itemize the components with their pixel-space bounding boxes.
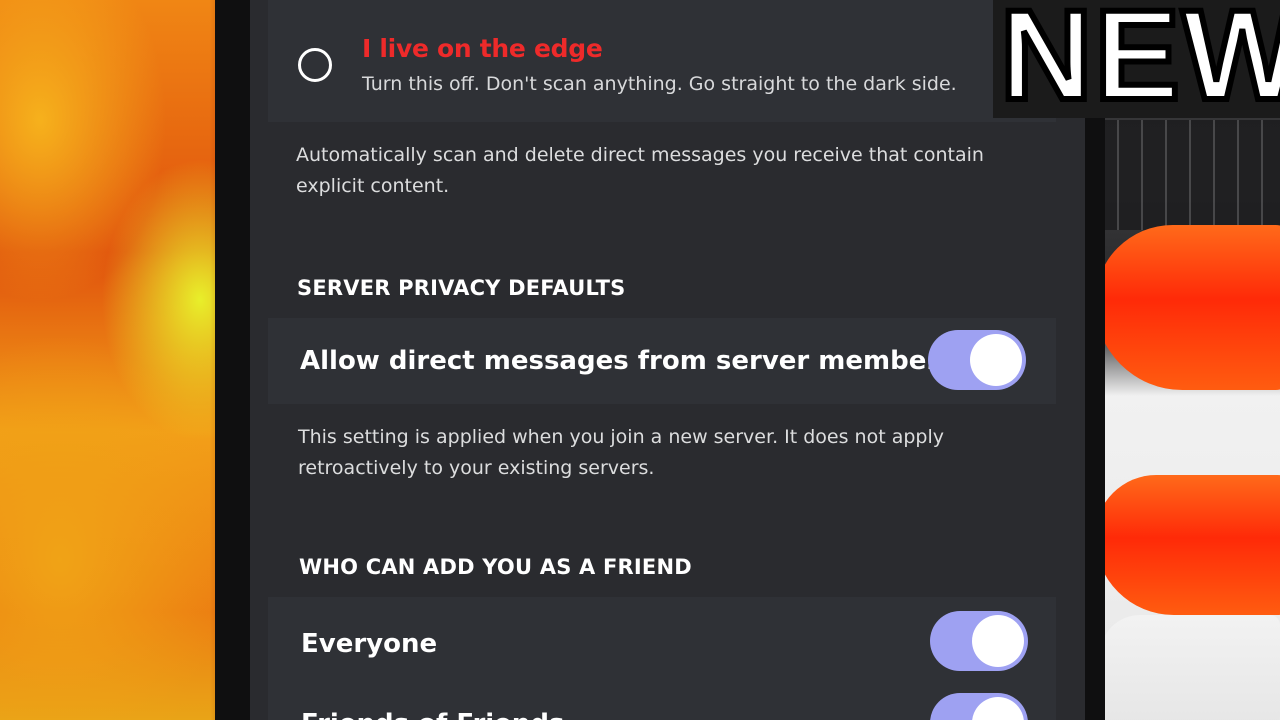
toggle-knob — [970, 334, 1022, 386]
allow-dms-toggle[interactable] — [928, 330, 1026, 390]
toggle-knob — [972, 697, 1024, 720]
friend-request-everyone-row[interactable]: Everyone — [268, 597, 1056, 687]
friend-request-fof-row[interactable]: Friends of Friends — [268, 687, 1056, 720]
explicit-filter-description: Automatically scan and delete direct mes… — [296, 144, 984, 197]
friends-of-friends-toggle[interactable] — [930, 693, 1028, 720]
friends-of-friends-label: Friends of Friends — [301, 709, 564, 720]
server-privacy-description: This setting is applied when you join a … — [298, 426, 944, 479]
finger-top — [1095, 225, 1280, 390]
option-subtitle: Turn this off. Don't scan anything. Go s… — [362, 73, 957, 95]
allow-dms-row[interactable]: Allow direct messages from server member… — [268, 318, 1056, 404]
option-title: I live on the edge — [362, 34, 603, 63]
new-badge: NEW — [997, 0, 1280, 127]
everyone-toggle[interactable] — [930, 611, 1028, 671]
section-header-friend-requests: WHO CAN ADD YOU AS A FRIEND — [299, 555, 692, 579]
radio-button[interactable] — [298, 48, 332, 82]
everyone-label: Everyone — [301, 629, 438, 659]
allow-dms-label: Allow direct messages from server member… — [300, 346, 965, 376]
explicit-filter-option-card[interactable]: I live on the edge Turn this off. Don't … — [268, 0, 1056, 122]
photo-scene: I live on the edge Turn this off. Don't … — [0, 0, 1280, 720]
background-keyboard — [1095, 120, 1280, 230]
finger-middle — [1095, 475, 1280, 615]
section-header-server-privacy: SERVER PRIVACY DEFAULTS — [297, 276, 626, 300]
background-surface — [1100, 615, 1280, 720]
toggle-knob — [972, 615, 1024, 667]
left-hand — [0, 0, 250, 720]
